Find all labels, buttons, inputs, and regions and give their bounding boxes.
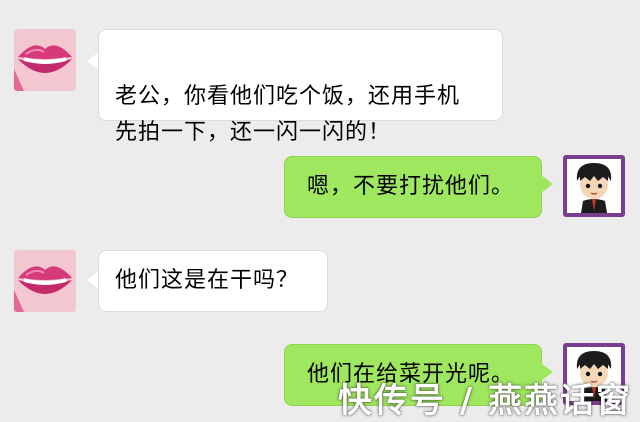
message-bubble-2[interactable]: 嗯，不要打扰他们。	[284, 156, 542, 218]
lips-icon	[14, 29, 76, 91]
watermark-text: 快传号 / 燕燕话窗	[337, 381, 632, 421]
message-bubble-3[interactable]: 他们这是在干吗？	[98, 250, 328, 312]
message-text: 嗯，不要打扰他们。	[307, 174, 515, 199]
lips-icon	[14, 250, 76, 312]
message-bubble-1[interactable]: 老公，你看他们吃个饭，还用手机 先拍一下，还一闪一闪的！	[98, 29, 503, 145]
message-text: 老公，你看他们吃个饭，还用手机 先拍一下，还一闪一闪的！	[115, 84, 461, 145]
cartoon-boy-icon	[563, 155, 625, 217]
message-text: 他们这是在干吗？	[115, 268, 300, 293]
user-avatar-boy-icon[interactable]	[563, 155, 625, 217]
contact-avatar-lips-icon[interactable]	[14, 250, 76, 312]
contact-avatar-lips-icon[interactable]	[14, 29, 76, 91]
bubble-tail	[541, 175, 553, 193]
